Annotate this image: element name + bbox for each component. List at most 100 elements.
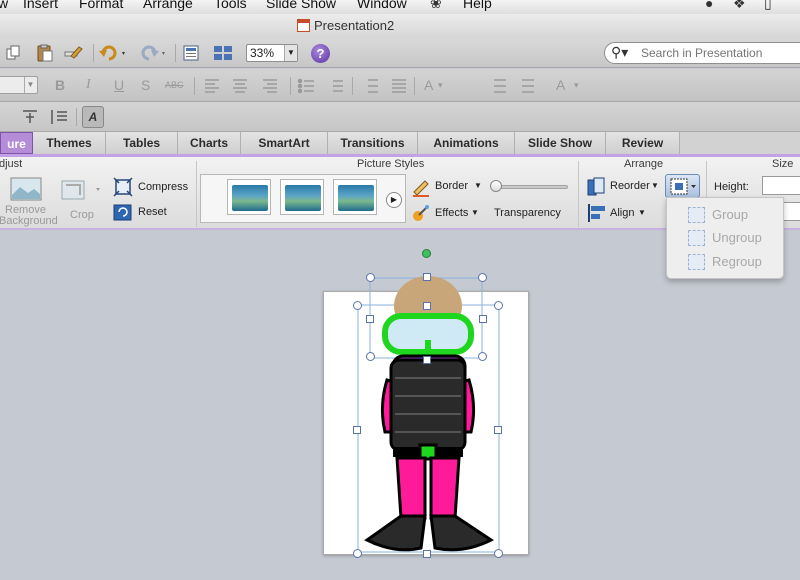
text-shadow-button[interactable]: S	[141, 77, 150, 93]
spacing-icons[interactable]	[360, 77, 415, 95]
bold-button[interactable]: B	[55, 77, 65, 93]
tab-tables[interactable]: Tables	[106, 132, 178, 154]
font-size-select[interactable]: ▼	[0, 76, 38, 94]
reorder-label[interactable]: Reorder	[610, 180, 650, 192]
align-label[interactable]: Align	[610, 207, 634, 219]
chevron-down-icon[interactable]: ▾	[574, 80, 579, 91]
resize-handle[interactable]	[353, 301, 362, 310]
border-pen-icon[interactable]	[411, 177, 431, 197]
grow-font-button[interactable]: A	[424, 77, 433, 93]
menu-window[interactable]: Window	[357, 0, 407, 11]
height-field[interactable]	[762, 176, 800, 195]
menu-slide-show[interactable]: Slide Show	[266, 0, 336, 11]
creative-cloud-icon[interactable]: ●	[705, 0, 713, 11]
picture-style-2[interactable]	[280, 179, 324, 215]
resize-handle[interactable]	[366, 352, 375, 361]
chevron-down-icon[interactable]: ▼	[474, 181, 482, 190]
tab-slide-show[interactable]: Slide Show	[515, 132, 606, 154]
remove-background-icon[interactable]	[10, 177, 42, 201]
underline-button[interactable]: U	[114, 77, 124, 93]
chevron-down-icon[interactable]: ▼	[651, 181, 659, 190]
slide-layout-icon[interactable]	[181, 43, 201, 63]
resize-handle[interactable]	[366, 273, 375, 282]
diver-picture[interactable]	[355, 248, 505, 556]
chevron-down-icon[interactable]: ▾	[438, 80, 443, 91]
format-painter-icon[interactable]	[63, 43, 83, 63]
menu-view[interactable]: w	[0, 0, 8, 11]
border-label[interactable]: Border	[435, 180, 468, 192]
paste-icon[interactable]	[35, 43, 55, 63]
resize-handle[interactable]	[478, 352, 487, 361]
group-objects-button[interactable]	[665, 174, 700, 198]
indent-icons[interactable]	[486, 77, 546, 95]
resize-handle[interactable]	[479, 315, 487, 323]
transparency-slider-thumb[interactable]	[490, 180, 502, 192]
crop-label[interactable]: Crop	[70, 209, 94, 221]
compress-label[interactable]: Compress	[138, 181, 188, 193]
menu-item-ungroup[interactable]: Ungroup	[667, 227, 785, 249]
align-objects-icon[interactable]	[586, 203, 608, 223]
undo-icon[interactable]	[98, 43, 125, 63]
resize-handle[interactable]	[366, 315, 374, 323]
copy-icon[interactable]	[4, 43, 24, 63]
picture-style-3[interactable]	[333, 179, 377, 215]
list-icons[interactable]	[297, 77, 352, 95]
menu-arrange[interactable]: Arrange	[143, 0, 193, 11]
chevron-down-icon[interactable]: ▼	[284, 45, 297, 61]
effects-label[interactable]: Effects	[435, 207, 468, 219]
alignment-icons[interactable]	[203, 77, 293, 95]
reset-label[interactable]: Reset	[138, 206, 167, 218]
resize-handle[interactable]	[423, 550, 431, 558]
align-top-icon[interactable]	[22, 109, 38, 125]
remove-background-label-2[interactable]: Background	[0, 215, 58, 227]
resize-handle[interactable]	[423, 302, 431, 310]
menu-tools[interactable]: Tools	[214, 0, 247, 11]
help-button[interactable]: ?	[311, 44, 330, 63]
crop-icon[interactable]	[60, 179, 104, 201]
text-direction-button[interactable]: A	[82, 106, 104, 128]
tab-themes[interactable]: Themes	[33, 132, 106, 154]
chevron-down-icon[interactable]: ▼	[638, 208, 646, 217]
resize-handle[interactable]	[423, 356, 431, 364]
effects-icon[interactable]	[411, 203, 431, 223]
tab-review[interactable]: Review	[606, 132, 680, 154]
resize-handle[interactable]	[478, 273, 487, 282]
gallery-scroll-right-button[interactable]: ▶	[386, 192, 402, 208]
tab-smartart[interactable]: SmartArt	[241, 132, 328, 154]
menu-help[interactable]: Help	[463, 0, 492, 11]
slide-sorter-icon[interactable]	[212, 43, 232, 63]
reset-picture-icon[interactable]	[113, 202, 133, 222]
rotation-handle[interactable]	[422, 249, 431, 258]
resize-handle[interactable]	[353, 426, 361, 434]
tab-transitions[interactable]: Transitions	[328, 132, 418, 154]
chevron-down-icon[interactable]: ▼	[471, 208, 479, 217]
resize-handle[interactable]	[494, 549, 503, 558]
compress-icon[interactable]	[113, 177, 133, 197]
transparency-slider[interactable]	[494, 185, 568, 189]
chevron-down-icon[interactable]: ▼	[24, 77, 36, 93]
dropbox-icon[interactable]: ❖	[733, 0, 746, 12]
zoom-select[interactable]: 33% ▼	[246, 44, 298, 62]
resize-handle[interactable]	[494, 426, 502, 434]
menu-format[interactable]: Format	[79, 0, 123, 11]
italic-button[interactable]: I	[86, 77, 91, 93]
picture-style-1[interactable]	[227, 179, 271, 215]
resize-handle[interactable]	[494, 301, 503, 310]
text-color-button[interactable]: A	[556, 77, 565, 93]
tab-animations[interactable]: Animations	[418, 132, 515, 154]
search-input[interactable]	[641, 46, 800, 60]
script-menu-icon[interactable]: ❀	[430, 0, 442, 12]
search-field[interactable]: ⚲▾	[604, 42, 800, 64]
reorder-icon[interactable]	[586, 177, 608, 197]
bluetooth-icon[interactable]: ▯	[764, 0, 772, 12]
align-middle-icon[interactable]	[49, 109, 69, 125]
strikethrough-button[interactable]: ABC	[165, 80, 184, 90]
resize-handle[interactable]	[423, 273, 431, 281]
redo-icon[interactable]	[136, 43, 165, 63]
resize-handle[interactable]	[353, 549, 362, 558]
tab-format-picture[interactable]: ure	[0, 132, 33, 154]
menu-item-regroup[interactable]: Regroup	[667, 251, 785, 273]
search-icon[interactable]: ⚲▾	[611, 44, 628, 61]
tab-charts[interactable]: Charts	[178, 132, 241, 154]
menu-insert[interactable]: Insert	[23, 0, 58, 11]
